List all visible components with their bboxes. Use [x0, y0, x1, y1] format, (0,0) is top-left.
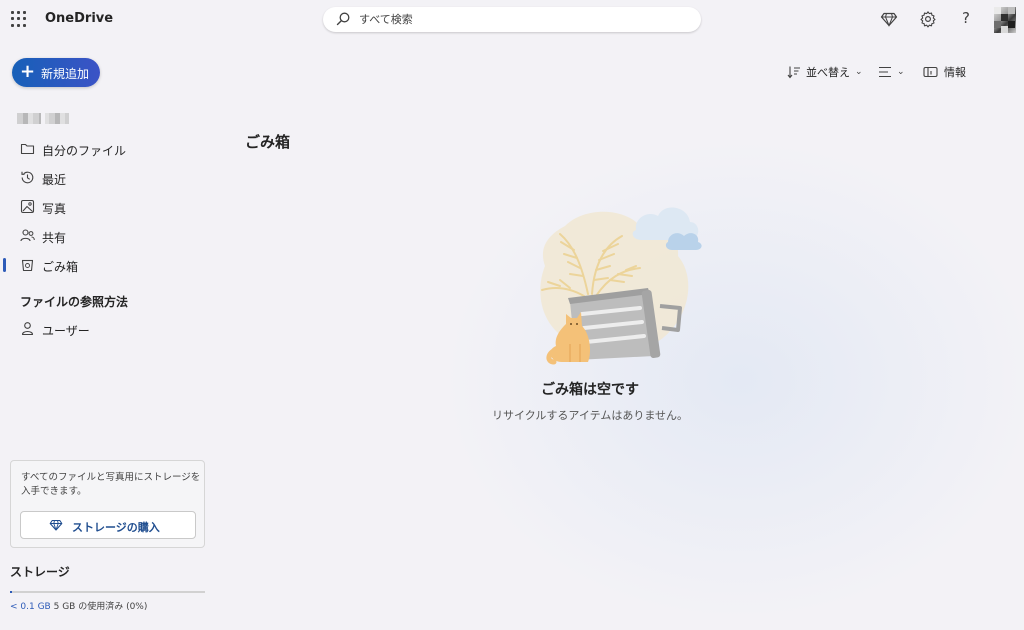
top-bar: OneDrive ?: [0, 0, 1024, 40]
chevron-down-icon: ⌄: [897, 67, 905, 77]
sidebar-item-recycle-bin[interactable]: ごみ箱: [0, 252, 210, 278]
buy-storage-label: ストレージの購入: [72, 521, 160, 534]
sidebar-item-recent[interactable]: 最近: [0, 165, 210, 191]
sidebar-item-people[interactable]: ユーザー: [0, 316, 210, 342]
sort-icon: [787, 66, 800, 79]
sidebar-item-label: ごみ箱: [42, 260, 79, 274]
sidebar-item-label: 自分のファイル: [42, 144, 127, 158]
search-icon: [336, 12, 350, 26]
empty-recycle-bin-illustration: [540, 207, 702, 365]
storage-usage-bar: [10, 591, 205, 593]
account-name-blurred: [17, 113, 69, 124]
people-icon: [20, 229, 35, 242]
plus-icon: +: [20, 61, 36, 82]
folder-icon: [20, 143, 35, 155]
info-pane-icon: [923, 66, 938, 78]
storage-title: ストレージ: [10, 565, 70, 579]
buy-storage-button[interactable]: ストレージの購入: [20, 511, 196, 539]
empty-state-subtitle: リサイクルするアイテムはありません。: [491, 409, 689, 422]
help-icon[interactable]: ?: [960, 9, 972, 27]
browse-section-title: ファイルの参照方法: [20, 295, 129, 309]
premium-diamond-icon: [49, 519, 63, 531]
storage-used: < 0.1 GB: [10, 602, 51, 612]
sidebar-item-label: 共有: [42, 231, 67, 245]
sidebar-item-photos[interactable]: 写真: [0, 194, 210, 220]
sidebar-item-label: 写真: [42, 202, 67, 216]
info-label: 情報: [944, 66, 966, 79]
sort-button[interactable]: 並べ替え ⌄: [787, 63, 863, 81]
recent-clock-icon: [21, 171, 34, 184]
new-add-label: 新規追加: [41, 67, 90, 81]
new-add-button[interactable]: + 新規追加: [12, 58, 100, 87]
promo-text: すべてのファイルと写真用にストレージを入手できます。: [21, 472, 201, 497]
search-input[interactable]: [359, 11, 679, 28]
premium-diamond-icon[interactable]: [880, 10, 898, 28]
view-options-button[interactable]: ⌄: [878, 63, 905, 81]
sidebar-item-label: 最近: [42, 173, 67, 187]
recycle-bin-icon: [21, 259, 34, 272]
chevron-down-icon: ⌄: [855, 67, 863, 77]
page-title: ごみ箱: [245, 133, 291, 151]
storage-promo-card: すべてのファイルと写真用にストレージを入手できます。 ストレージの購入: [10, 460, 205, 548]
storage-usage-fill: [10, 591, 12, 593]
app-title[interactable]: OneDrive: [45, 11, 113, 26]
app-launcher-icon[interactable]: [11, 11, 27, 27]
search-box[interactable]: [323, 7, 701, 32]
person-icon: [21, 322, 34, 336]
background-glow: [420, 120, 1024, 630]
sidebar-item-shared[interactable]: 共有: [0, 223, 210, 249]
storage-usage-text[interactable]: < 0.1 GB 5 GB の使用済み (0%): [10, 599, 147, 612]
info-button[interactable]: 情報: [923, 63, 966, 81]
settings-gear-icon[interactable]: [919, 10, 937, 28]
active-indicator: [3, 258, 6, 272]
view-options-icon: [879, 66, 891, 78]
empty-state-title: ごみ箱は空です: [541, 382, 639, 398]
sidebar-item-my-files[interactable]: 自分のファイル: [0, 136, 210, 162]
sort-label: 並べ替え: [806, 66, 850, 79]
sidebar-item-label: ユーザー: [42, 324, 90, 338]
avatar[interactable]: [994, 7, 1016, 33]
photo-icon: [20, 199, 35, 214]
storage-detail: 5 GB の使用済み (0%): [53, 602, 148, 612]
